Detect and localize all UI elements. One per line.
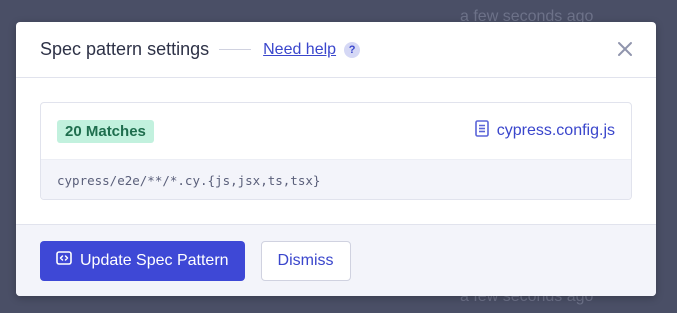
dismiss-button[interactable]: Dismiss	[260, 240, 351, 281]
document-icon	[474, 120, 489, 142]
spec-pattern-code: cypress/e2e/**/*.cy.{js,jsx,ts,tsx}	[41, 159, 631, 199]
code-window-icon	[56, 251, 72, 270]
update-button-label: Update Spec Pattern	[80, 251, 229, 269]
need-help-link[interactable]: Need help	[263, 41, 336, 59]
update-spec-pattern-button[interactable]: Update Spec Pattern	[40, 240, 245, 281]
modal-footer: Update Spec Pattern Dismiss	[16, 224, 656, 296]
help-icon[interactable]: ?	[344, 41, 361, 58]
match-count-badge: 20 Matches	[57, 119, 154, 143]
close-icon[interactable]	[616, 40, 634, 58]
modal-body: 20 Matches cypress.config.js cypress/e2e…	[16, 78, 656, 224]
config-file-link[interactable]: cypress.config.js	[474, 120, 615, 142]
match-summary: 20 Matches cypress.config.js	[41, 103, 631, 159]
config-file-name: cypress.config.js	[496, 122, 615, 139]
header-divider	[219, 49, 252, 50]
modal-header: Spec pattern settings Need help ?	[16, 22, 656, 78]
spec-pattern-modal: Spec pattern settings Need help ? 20 Mat…	[16, 22, 656, 296]
modal-title: Spec pattern settings	[40, 39, 210, 59]
spec-match-card: 20 Matches cypress.config.js cypress/e2e…	[40, 102, 632, 200]
